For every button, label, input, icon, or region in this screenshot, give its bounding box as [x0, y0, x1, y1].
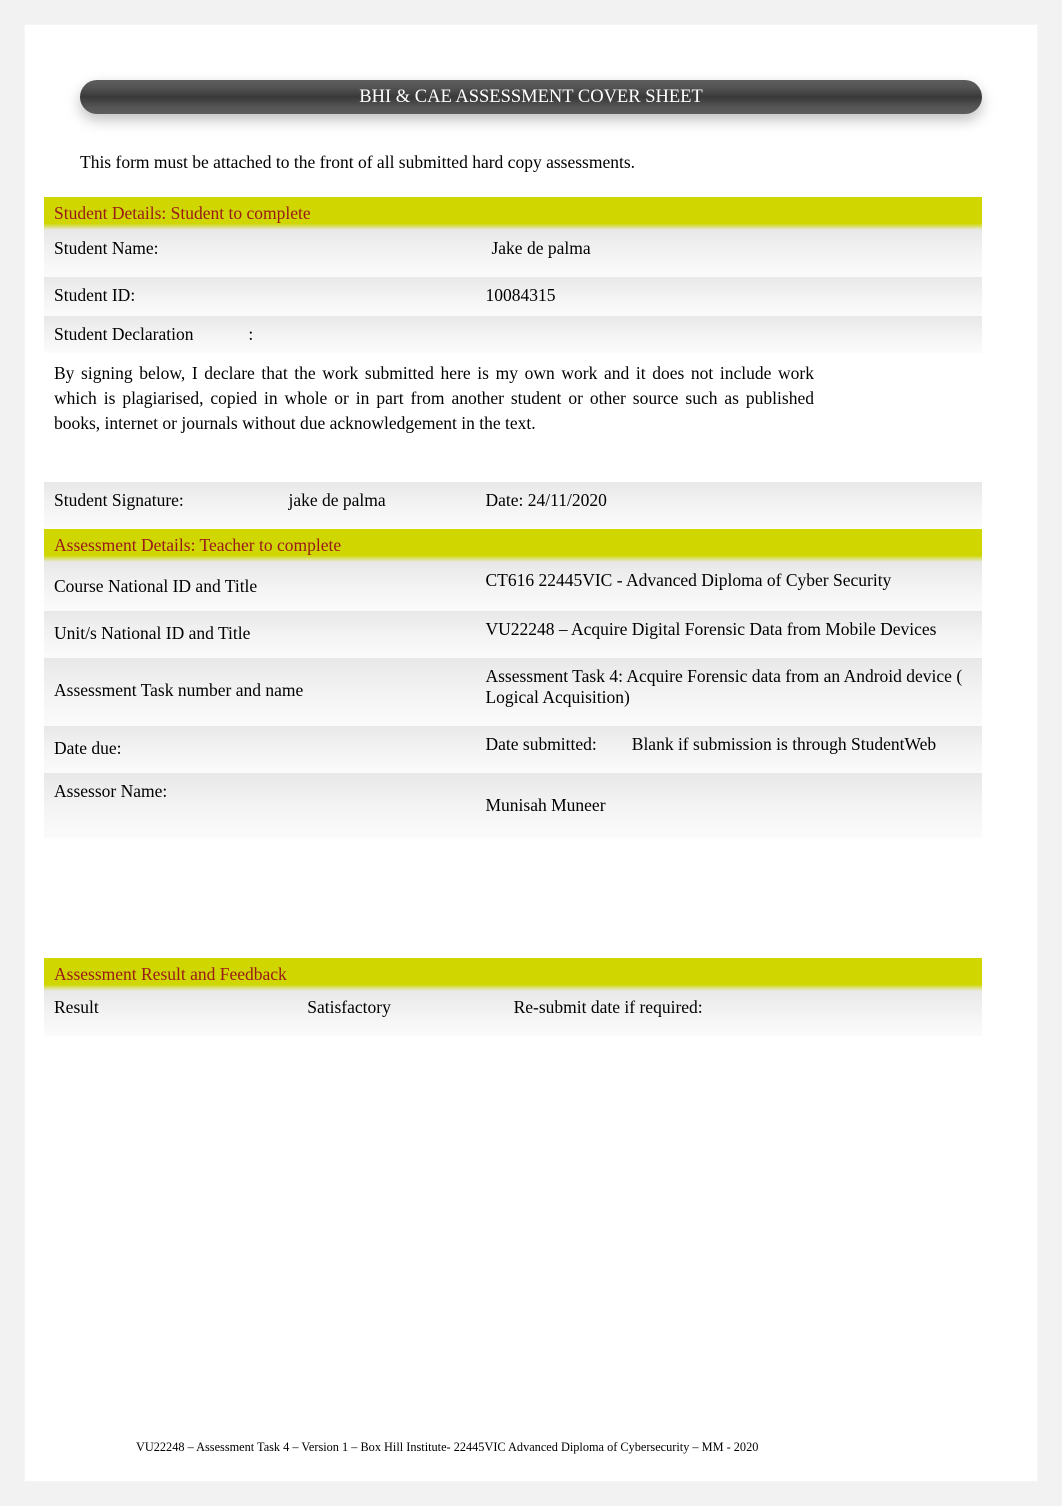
student-declaration-label: Student Declaration : — [44, 316, 475, 353]
student-details-table: Student Name: Jake de palma Student ID: … — [44, 230, 982, 353]
task-row: Assessment Task number and name Assessme… — [44, 658, 982, 726]
resubmit-label: Re-submit date if required: — [504, 991, 832, 1036]
date-submitted-value: Date submitted: Blank if submission is t… — [475, 726, 982, 773]
student-signature-row: Student Signature: jake de palma Date: 2… — [44, 482, 982, 529]
page: BHI & CAE ASSESSMENT COVER SHEET This fo… — [24, 24, 1038, 1482]
page-footer: VU22248 – Assessment Task 4 – Version 1 … — [136, 1439, 928, 1456]
assessor-value: Munisah Muneer — [475, 773, 982, 838]
unit-label: Unit/s National ID and Title — [44, 611, 475, 658]
student-declaration-colon: : — [248, 324, 253, 344]
student-name-value: Jake de palma — [475, 230, 982, 277]
assessment-details-table: Course National ID and Title CT616 22445… — [44, 562, 982, 838]
assessment-section-header: Assessment Details: Teacher to complete — [44, 529, 982, 562]
assessor-label: Assessor Name: — [44, 773, 475, 838]
intro-text: This form must be attached to the front … — [80, 150, 690, 175]
student-declaration-row: Student Declaration : — [44, 316, 982, 353]
student-section-header: Student Details: Student to complete — [44, 197, 982, 230]
result-row: Result Satisfactory Re-submit date if re… — [44, 991, 982, 1036]
student-signature-value: jake de palma — [279, 482, 476, 529]
student-id-label: Student ID: — [44, 277, 475, 316]
assessor-row: Assessor Name: Munisah Muneer — [44, 773, 982, 838]
result-value: Satisfactory — [297, 991, 503, 1036]
task-label: Assessment Task number and name — [44, 658, 475, 726]
student-signature-label: Student Signature: — [44, 482, 279, 529]
cover-sheet-title: BHI & CAE ASSESSMENT COVER SHEET — [80, 80, 982, 114]
student-name-label: Student Name: — [44, 230, 475, 277]
unit-value: VU22248 – Acquire Digital Forensic Data … — [475, 611, 982, 658]
result-table: Result Satisfactory Re-submit date if re… — [44, 991, 982, 1036]
student-declaration-text: By signing below, I declare that the wor… — [44, 353, 824, 464]
student-signature-table: Student Signature: jake de palma Date: 2… — [44, 482, 982, 529]
course-label: Course National ID and Title — [44, 562, 475, 611]
course-row: Course National ID and Title CT616 22445… — [44, 562, 982, 611]
student-signature-date: Date: 24/11/2020 — [475, 482, 982, 529]
student-declaration-label-text: Student Declaration — [54, 324, 244, 345]
student-id-value: 10084315 — [475, 277, 982, 316]
unit-row: Unit/s National ID and Title VU22248 – A… — [44, 611, 982, 658]
date-due-label: Date due: — [44, 726, 475, 773]
student-declaration-empty — [475, 316, 982, 353]
task-value: Assessment Task 4: Acquire Forensic data… — [475, 658, 982, 726]
student-name-row: Student Name: Jake de palma — [44, 230, 982, 277]
resubmit-value — [832, 991, 982, 1036]
results-block: Assessment Result and Feedback Result Sa… — [80, 958, 982, 1036]
date-due-row: Date due: Date submitted: Blank if submi… — [44, 726, 982, 773]
result-label: Result — [44, 991, 297, 1036]
student-id-row: Student ID: 10084315 — [44, 277, 982, 316]
course-value: CT616 22445VIC - Advanced Diploma of Cyb… — [475, 562, 982, 611]
result-section-header: Assessment Result and Feedback — [44, 958, 982, 991]
